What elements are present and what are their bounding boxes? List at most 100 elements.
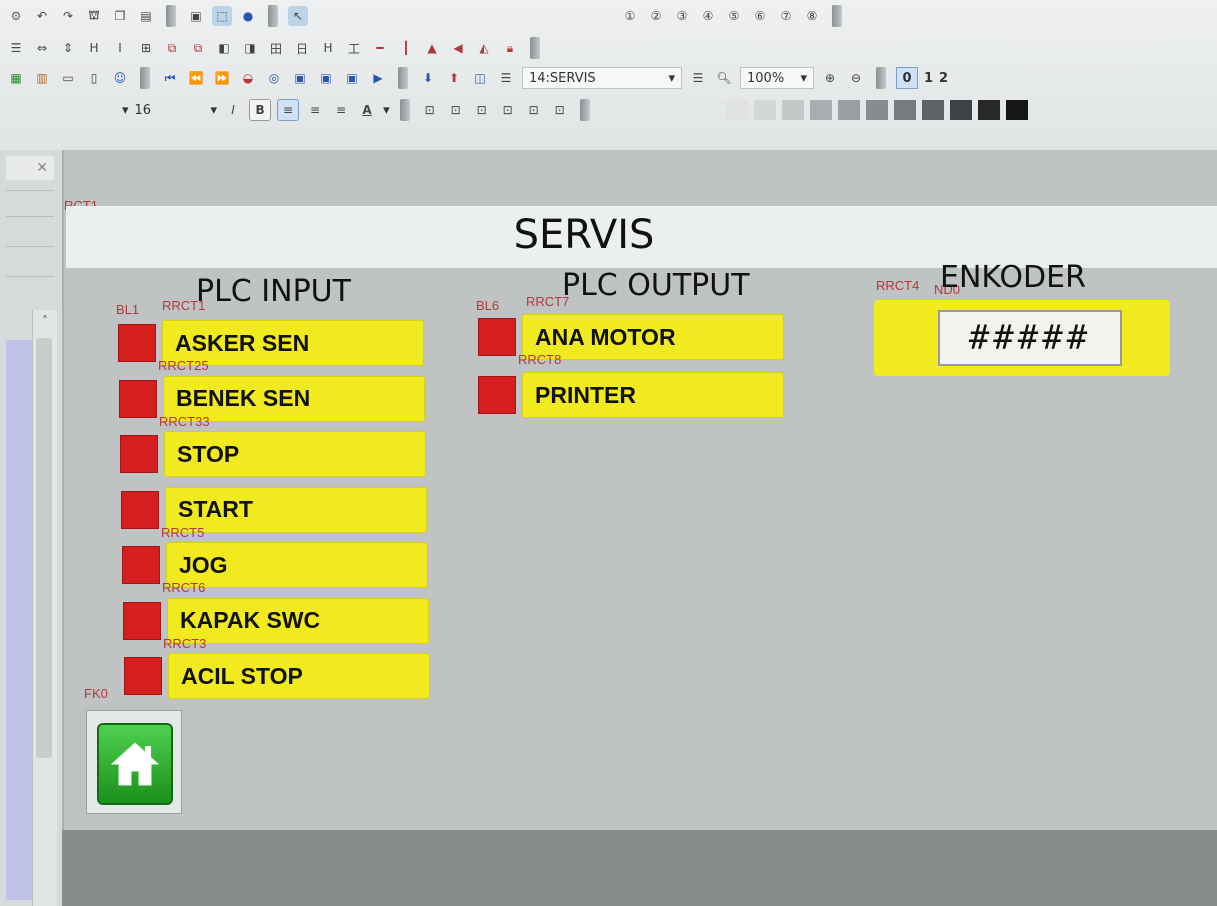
font-size-dropdown-arrow[interactable]: ▾ (122, 103, 129, 118)
open-icon[interactable]: ▥ (32, 68, 52, 88)
distribute-icon[interactable]: ⇔ (32, 38, 52, 58)
hspace-icon[interactable]: 田 (266, 38, 286, 58)
zoom-icon[interactable]: 🔍︎ (714, 68, 734, 88)
step-8-icon[interactable]: ⑧ (802, 6, 822, 26)
screen-icon[interactable]: ▣ (290, 68, 310, 88)
new-icon[interactable]: ▭ (58, 68, 78, 88)
align-right-icon[interactable]: ≡ (331, 100, 351, 120)
upload-icon[interactable]: ⬆ (444, 68, 464, 88)
text-color-icon[interactable]: A (357, 100, 377, 120)
fill-pattern-11[interactable] (1005, 100, 1028, 120)
fill-pattern-7[interactable] (893, 100, 916, 120)
fill-pattern-6[interactable] (865, 100, 888, 120)
image-icon[interactable]: ▣ (186, 6, 206, 26)
fill-pattern-3[interactable] (781, 100, 804, 120)
line-v-icon[interactable]: ┃ (396, 38, 416, 58)
user-icon[interactable]: ☺ (110, 68, 130, 88)
home-button-face[interactable] (97, 723, 173, 805)
step-1-icon[interactable]: ① (620, 6, 640, 26)
pointer-icon[interactable]: ↖ (288, 6, 308, 26)
screen3-icon[interactable]: ▣ (342, 68, 362, 88)
scroll-thumb[interactable] (36, 338, 52, 758)
paste-icon[interactable]: ▤ (136, 6, 156, 26)
zoom-in-icon[interactable]: ⊕ (820, 68, 840, 88)
arrow-up-icon[interactable]: ▲ (422, 38, 442, 58)
state-1-toggle[interactable]: 1 (924, 71, 933, 86)
compile-icon[interactable]: ◒ (238, 68, 258, 88)
save-icon[interactable]: ▦ (6, 68, 26, 88)
align-center-icon[interactable]: ≡ (305, 100, 325, 120)
zoom-out-icon[interactable]: ⊖ (846, 68, 866, 88)
state-2-toggle[interactable]: 2 (939, 71, 948, 86)
encoder-value-display[interactable]: ##### (938, 310, 1122, 366)
io-label[interactable]: STOP (164, 431, 426, 477)
step-7-icon[interactable]: ⑦ (776, 6, 796, 26)
vcenter-icon[interactable]: 工 (344, 38, 364, 58)
panel-list[interactable] (6, 340, 32, 900)
step-3-icon[interactable]: ③ (672, 6, 692, 26)
copy-icon[interactable]: ❐ (110, 6, 130, 26)
zoom-select[interactable]: 100% ▾ (740, 67, 814, 89)
step-6-icon[interactable]: ⑥ (750, 6, 770, 26)
fill-pattern-1[interactable] (725, 100, 748, 120)
prev-screen-icon[interactable]: ⏪ (186, 68, 206, 88)
fill-pattern-2[interactable] (753, 100, 776, 120)
state-0-toggle[interactable]: 0 (896, 67, 918, 89)
triangle-icon[interactable]: ◭ (474, 38, 494, 58)
font-dropdown-arrow[interactable]: ▾ (211, 103, 218, 118)
scroll-up-icon[interactable]: ˄ (33, 314, 57, 332)
io-label[interactable]: PRINTER (522, 372, 784, 418)
ungroup-icon[interactable]: ⧉ (188, 38, 208, 58)
text-frame-5-icon[interactable]: ⊡ (524, 100, 544, 120)
bold-icon[interactable]: B (249, 99, 272, 121)
group-icon[interactable]: ⧉ (162, 38, 182, 58)
align-left-icon[interactable]: ≡ (277, 99, 300, 121)
back-icon[interactable]: ◨ (240, 38, 260, 58)
align-icon[interactable]: ☰ (6, 38, 26, 58)
fill-pattern-9[interactable] (949, 100, 972, 120)
same-height-icon[interactable]: I (110, 38, 130, 58)
fill-pattern-4[interactable] (809, 100, 832, 120)
help-icon[interactable]: ● (238, 6, 258, 26)
select-icon[interactable]: ⬚ (212, 6, 232, 26)
text-frame-1-icon[interactable]: ⊡ (420, 100, 440, 120)
same-width-icon[interactable]: H (84, 38, 104, 58)
screen-select[interactable]: 14:SERVIS ▾ (522, 67, 682, 89)
text-frame-3-icon[interactable]: ⊡ (472, 100, 492, 120)
front-icon[interactable]: ◧ (214, 38, 234, 58)
hcenter-icon[interactable]: H (318, 38, 338, 58)
fill-pattern-5[interactable] (837, 100, 860, 120)
screen-properties-icon[interactable]: ☰ (688, 68, 708, 88)
text-frame-4-icon[interactable]: ⊡ (498, 100, 518, 120)
step-4-icon[interactable]: ④ (698, 6, 718, 26)
line-h-icon[interactable]: ━ (370, 38, 390, 58)
next-screen-icon[interactable]: ⏩ (212, 68, 232, 88)
close-icon[interactable]: ✕ (6, 156, 54, 180)
arrow-left-icon[interactable]: ◀ (448, 38, 468, 58)
document-icon[interactable]: ▯ (84, 68, 104, 88)
step-2-icon[interactable]: ② (646, 6, 666, 26)
hmi-screen-canvas[interactable]: RCT1 SERVIS BL1 RRCT1 PLC INPUT ASKER SE… (62, 150, 1217, 830)
gear-icon[interactable]: ⚙ (6, 6, 26, 26)
fill-pattern-8[interactable] (921, 100, 944, 120)
same-size-icon[interactable]: ⊞ (136, 38, 156, 58)
screen2-icon[interactable]: ▣ (316, 68, 336, 88)
undo-icon[interactable]: ↶ (32, 6, 52, 26)
flip-icon[interactable]: ⇕ (58, 38, 78, 58)
italic-icon[interactable]: I (223, 100, 243, 120)
first-screen-icon[interactable]: ⏮ (160, 68, 180, 88)
redo-icon[interactable]: ↷ (58, 6, 78, 26)
vspace-icon[interactable]: 日 (292, 38, 312, 58)
vertical-scrollbar[interactable]: ˄ (32, 310, 57, 906)
text-frame-2-icon[interactable]: ⊡ (446, 100, 466, 120)
text-frame-6-icon[interactable]: ⊡ (550, 100, 570, 120)
step-5-icon[interactable]: ⑤ (724, 6, 744, 26)
run-icon[interactable]: ▶ (368, 68, 388, 88)
home-button[interactable] (86, 710, 182, 814)
lock-icon[interactable]: 🔒︎ (500, 38, 520, 58)
fill-pattern-10[interactable] (977, 100, 1000, 120)
download-icon[interactable]: ⬇ (418, 68, 438, 88)
layers-icon[interactable]: ◫ (470, 68, 490, 88)
binoculars-icon[interactable]: ⛫ (84, 6, 104, 26)
io-label[interactable]: ACIL STOP (168, 653, 430, 699)
